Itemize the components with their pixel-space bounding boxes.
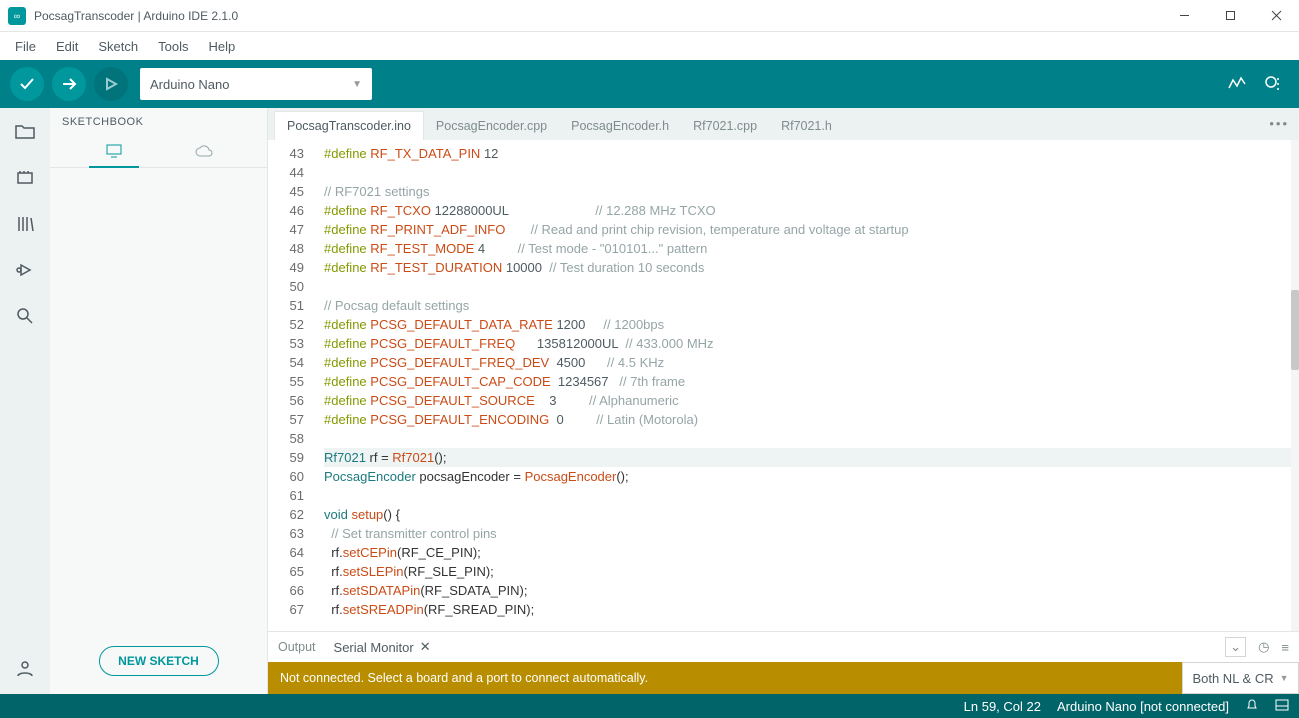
- plotter-icon: [1227, 74, 1247, 94]
- local-tab[interactable]: [89, 136, 139, 168]
- cursor-position: Ln 59, Col 22: [964, 699, 1041, 714]
- close-panel-button[interactable]: [1275, 699, 1289, 714]
- app-icon: ∞: [8, 7, 26, 25]
- serial-monitor-label: Serial Monitor: [334, 640, 414, 655]
- titlebar: ∞ PocsagTranscoder | Arduino IDE 2.1.0: [0, 0, 1299, 32]
- menu-sketch[interactable]: Sketch: [89, 36, 147, 57]
- chevron-down-icon: ▼: [352, 79, 362, 90]
- chevron-down-icon: ▼: [1280, 673, 1289, 683]
- maximize-button[interactable]: [1207, 0, 1253, 32]
- debug-icon: [102, 75, 120, 93]
- line-gutter: 4344454647484950515253545556575859606162…: [268, 140, 324, 631]
- output-tab[interactable]: Output: [278, 640, 316, 654]
- bell-icon: [1245, 698, 1259, 712]
- window-controls: [1161, 0, 1299, 32]
- scrollbar[interactable]: [1291, 140, 1299, 631]
- line-ending-select[interactable]: Both NL & CR ▼: [1182, 662, 1299, 694]
- upload-button[interactable]: [52, 67, 86, 101]
- tab-3[interactable]: Rf7021.cpp: [681, 112, 769, 140]
- line-ending-value: Both NL & CR: [1192, 671, 1273, 686]
- magnifier-icon: [1263, 74, 1283, 94]
- sketchbook-button[interactable]: [13, 120, 37, 144]
- menu-file[interactable]: File: [6, 36, 45, 57]
- close-icon: [1271, 10, 1282, 21]
- boards-manager-button[interactable]: [13, 166, 37, 190]
- tab-overflow-button[interactable]: •••: [1269, 116, 1289, 131]
- library-icon: [15, 214, 35, 234]
- menu-edit[interactable]: Edit: [47, 36, 87, 57]
- window-title: PocsagTranscoder | Arduino IDE 2.1.0: [34, 9, 238, 23]
- serial-monitor-button[interactable]: [1263, 74, 1283, 94]
- menu-tools[interactable]: Tools: [149, 36, 197, 57]
- tab-2[interactable]: PocsagEncoder.h: [559, 112, 681, 140]
- board-selector[interactable]: Arduino Nano ▼: [140, 68, 372, 100]
- close-button[interactable]: [1253, 0, 1299, 32]
- code-lines: #define RF_TX_DATA_PIN 12 // RF7021 sett…: [324, 140, 1299, 631]
- search-button[interactable]: [13, 304, 37, 328]
- maximize-icon: [1225, 10, 1236, 21]
- connection-warning: Not connected. Select a board and a port…: [268, 662, 1182, 694]
- arrow-right-icon: [60, 75, 78, 93]
- debug-panel-button[interactable]: [13, 258, 37, 282]
- expand-down-button[interactable]: ⌄: [1225, 637, 1246, 657]
- new-sketch-button[interactable]: NEW SKETCH: [99, 646, 219, 676]
- clock-icon[interactable]: ◷: [1258, 639, 1269, 655]
- folder-icon: [14, 123, 36, 141]
- cloud-tab[interactable]: [179, 136, 229, 168]
- menu-help[interactable]: Help: [199, 36, 244, 57]
- board-name: Arduino Nano: [150, 77, 230, 92]
- close-tab-icon[interactable]: ✕: [420, 639, 431, 655]
- clear-output-button[interactable]: ≡: [1281, 640, 1289, 655]
- activity-bar: [0, 108, 50, 694]
- serial-monitor-tab[interactable]: Serial Monitor ✕: [334, 639, 431, 655]
- check-icon: [18, 75, 36, 93]
- minimize-button[interactable]: [1161, 0, 1207, 32]
- status-board[interactable]: Arduino Nano [not connected]: [1057, 699, 1229, 714]
- code-editor[interactable]: 4344454647484950515253545556575859606162…: [268, 140, 1299, 631]
- tab-1[interactable]: PocsagEncoder.cpp: [424, 112, 559, 140]
- toolbar: Arduino Nano ▼: [0, 60, 1299, 108]
- menubar: File Edit Sketch Tools Help: [0, 32, 1299, 60]
- bottom-panel: Output Serial Monitor ✕ ⌄ ◷ ≡ Not connec…: [268, 631, 1299, 694]
- verify-button[interactable]: [10, 67, 44, 101]
- editor-tabs: PocsagTranscoder.ino PocsagEncoder.cpp P…: [268, 108, 1299, 140]
- computer-icon: [105, 144, 123, 158]
- play-bug-icon: [15, 260, 35, 280]
- tab-0[interactable]: PocsagTranscoder.ino: [274, 111, 424, 140]
- sketchbook-panel: SKETCHBOOK NEW SKETCH: [50, 108, 268, 694]
- panel-title: SKETCHBOOK: [50, 108, 267, 136]
- user-icon: [15, 658, 35, 678]
- status-bar: Ln 59, Col 22 Arduino Nano [not connecte…: [0, 694, 1299, 718]
- library-manager-button[interactable]: [13, 212, 37, 236]
- account-button[interactable]: [13, 656, 37, 680]
- serial-plotter-button[interactable]: [1227, 74, 1247, 94]
- board-icon: [15, 168, 35, 188]
- panel-icon: [1275, 699, 1289, 711]
- search-icon: [15, 306, 35, 326]
- notifications-button[interactable]: [1245, 698, 1259, 715]
- debug-button[interactable]: [94, 67, 128, 101]
- cloud-icon: [194, 145, 214, 159]
- tab-4[interactable]: Rf7021.h: [769, 112, 844, 140]
- scrollbar-thumb[interactable]: [1291, 290, 1299, 370]
- main-area: SKETCHBOOK NEW SKETCH PocsagTranscoder.i…: [0, 108, 1299, 694]
- editor-area: PocsagTranscoder.ino PocsagEncoder.cpp P…: [268, 108, 1299, 694]
- minimize-icon: [1179, 10, 1190, 21]
